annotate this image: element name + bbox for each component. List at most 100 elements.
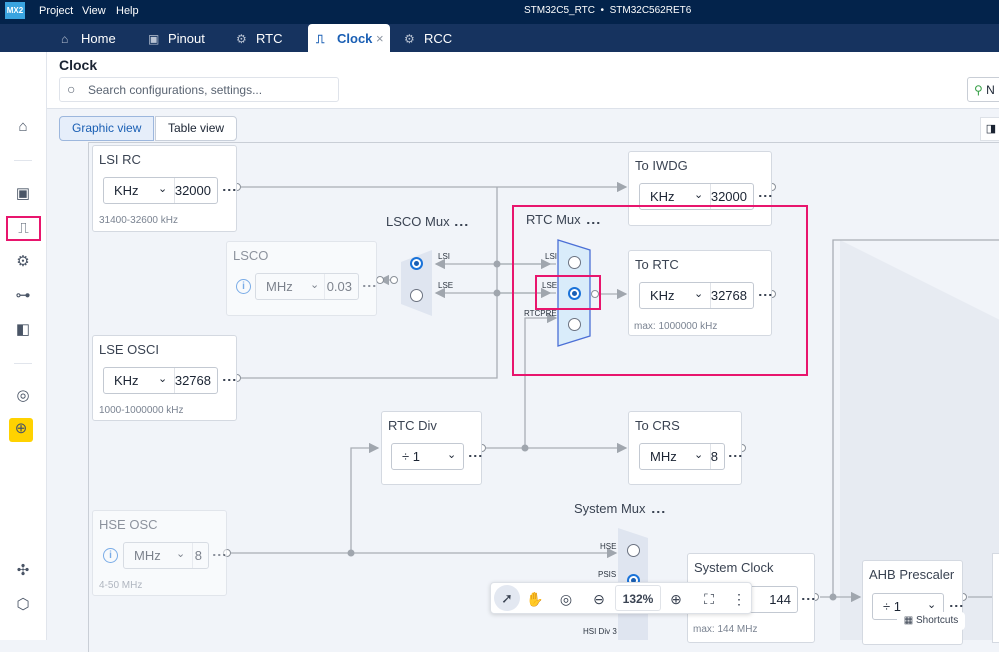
next-block [992, 553, 999, 643]
value: 32768 [174, 373, 211, 388]
value: 8 [194, 548, 202, 563]
more-icon[interactable]: ⋮ [222, 373, 238, 387]
input-label: RTCPRE [524, 309, 557, 318]
more-icon[interactable]: ⋮ [454, 218, 470, 232]
to-rtc-block: To RTC KHz ⌄ 32768 ⋮ max: 1000000 kHz [628, 250, 774, 336]
value: 8 [710, 449, 718, 464]
lsco-mux-title: LSCO Mux [386, 214, 450, 229]
block-title: To RTC [635, 257, 679, 272]
block-title: LSI RC [99, 152, 141, 167]
chevron-down-icon: ⌄ [176, 548, 186, 560]
system-mux-hse-radio[interactable] [627, 544, 640, 557]
separator [192, 543, 193, 568]
to-crs-block: To CRS MHz ⌄ 8 ⋮ [628, 411, 744, 485]
block-title: To CRS [635, 418, 680, 433]
chevron-down-icon: ⌄ [694, 288, 704, 300]
more-icon[interactable]: ⋮ [651, 505, 667, 519]
chevron-down-icon: ⌄ [694, 189, 704, 201]
unit-label: MHz [650, 449, 677, 464]
lsco-mux-lse-radio[interactable] [410, 289, 423, 302]
value: 32000 [710, 189, 747, 204]
value: 144 [769, 592, 791, 607]
block-title: LSE OSCI [99, 342, 159, 357]
range-caption: 31400-32600 kHz [99, 215, 178, 226]
more-icon[interactable]: ⋮ [758, 189, 774, 203]
more-icon[interactable]: ⋮ [758, 288, 774, 302]
pan-hand-icon[interactable]: ✋ [523, 588, 547, 610]
chevron-down-icon: ⌄ [158, 183, 168, 195]
more-icon[interactable]: ⋮ [362, 279, 378, 293]
input-label: LSI [545, 252, 558, 261]
crs-frequency-select[interactable]: MHz ⌄ 8 [639, 443, 725, 470]
unit-label: MHz [266, 279, 293, 294]
block-title: HSE OSC [99, 517, 158, 532]
rtc-mux-lsi-radio[interactable] [568, 256, 581, 269]
value: 32000 [174, 183, 211, 198]
rtc-div-select[interactable]: ÷ 1 ⌄ [391, 443, 464, 470]
lsco-mux-lsi-radio[interactable] [410, 257, 423, 270]
block-title: RTC Div [388, 418, 437, 433]
more-icon[interactable]: ⋮ [949, 599, 965, 613]
canvas-toolbar: ➚ ✋ ◎ ⊖ 132% ⊕ ⛶ ⋮ [490, 582, 752, 614]
input-label: HSE [600, 542, 617, 551]
separator [324, 274, 325, 299]
fit-screen-icon[interactable]: ⛶ [697, 588, 721, 610]
hse-osc-block: HSE OSC i MHz ⌄ 8 ⋮ 4-50 MHz [92, 510, 228, 596]
target-icon[interactable]: ◎ [554, 588, 578, 610]
unit-label: KHz [650, 288, 675, 303]
hse-frequency-select[interactable]: MHz ⌄ 8 [123, 542, 209, 569]
more-icon[interactable]: ⋮ [586, 216, 602, 230]
zoom-in-icon[interactable]: ⊕ [664, 588, 688, 610]
chevron-down-icon: ⌄ [158, 373, 168, 385]
range-caption: 1000-1000000 kHz [99, 405, 184, 416]
unit-label: KHz [650, 189, 675, 204]
more-icon[interactable]: ⋮ [212, 548, 228, 562]
lsi-frequency-select[interactable]: KHz ⌄ 32000 [103, 177, 218, 204]
input-label: LSI [438, 252, 451, 261]
block-title: AHB Prescaler [869, 567, 955, 582]
value: 32768 [710, 288, 747, 303]
block-title: To IWDG [635, 158, 688, 173]
chevron-down-icon: ⌄ [447, 449, 457, 461]
select-pointer-icon[interactable]: ➚ [494, 585, 520, 611]
shortcuts-button[interactable]: ▦ Shortcuts [897, 612, 965, 630]
lsco-frequency-select[interactable]: MHz ⌄ 0.03 [255, 273, 359, 300]
max-caption: max: 1000000 kHz [634, 321, 718, 332]
highlight-box [535, 275, 601, 310]
rtc-div-block: RTC Div ÷ 1 ⌄ ⋮ [381, 411, 484, 485]
chevron-down-icon: ⌄ [694, 449, 704, 461]
more-icon[interactable]: ⋮ [728, 449, 744, 463]
more-icon[interactable]: ⋮ [222, 183, 238, 197]
rtc-frequency-select[interactable]: KHz ⌄ 32768 [639, 282, 754, 309]
info-icon[interactable]: i [103, 548, 118, 563]
zoom-level[interactable]: 132% [615, 585, 661, 611]
block-title: System Clock [694, 560, 774, 575]
lse-osc-block: LSE OSCI KHz ⌄ 32768 ⋮ 1000-1000000 kHz [92, 335, 238, 421]
lse-frequency-select[interactable]: KHz ⌄ 32768 [103, 367, 218, 394]
chevron-down-icon: ⌄ [927, 599, 937, 611]
unit-label: MHz [134, 548, 161, 563]
chevron-down-icon: ⌄ [310, 279, 320, 291]
unit-label: KHz [114, 183, 139, 198]
max-caption: max: 144 MHz [693, 624, 758, 635]
block-title: LSCO [233, 248, 269, 263]
more-icon[interactable]: ⋮ [801, 592, 817, 606]
rtc-mux-rtcpre-radio[interactable] [568, 318, 581, 331]
input-label: LSE [438, 281, 454, 290]
system-mux-title: System Mux [574, 501, 646, 516]
info-icon[interactable]: i [236, 279, 251, 294]
unit-label: KHz [114, 373, 139, 388]
shortcuts-label: Shortcuts [915, 615, 959, 626]
input-label: PSIS [598, 570, 617, 579]
input-label: HSI Div 3 [583, 627, 617, 636]
lsco-block: LSCO i MHz ⌄ 0.03 ⋮ [226, 241, 378, 316]
ahb-prescaler-block: AHB Prescaler ÷ 1 ⌄ ⋮ [862, 560, 965, 645]
value: 0.03 [326, 279, 352, 294]
value: ÷ 1 [402, 449, 420, 464]
more-icon[interactable]: ⋮ [727, 588, 751, 610]
keyboard-icon: ▦ [903, 615, 914, 626]
lsi-rc-block: LSI RC KHz ⌄ 32000 ⋮ 31400-32600 kHz [92, 145, 238, 232]
zoom-out-icon[interactable]: ⊖ [587, 588, 611, 610]
rtc-mux-title: RTC Mux [526, 212, 581, 227]
more-icon[interactable]: ⋮ [468, 449, 484, 463]
